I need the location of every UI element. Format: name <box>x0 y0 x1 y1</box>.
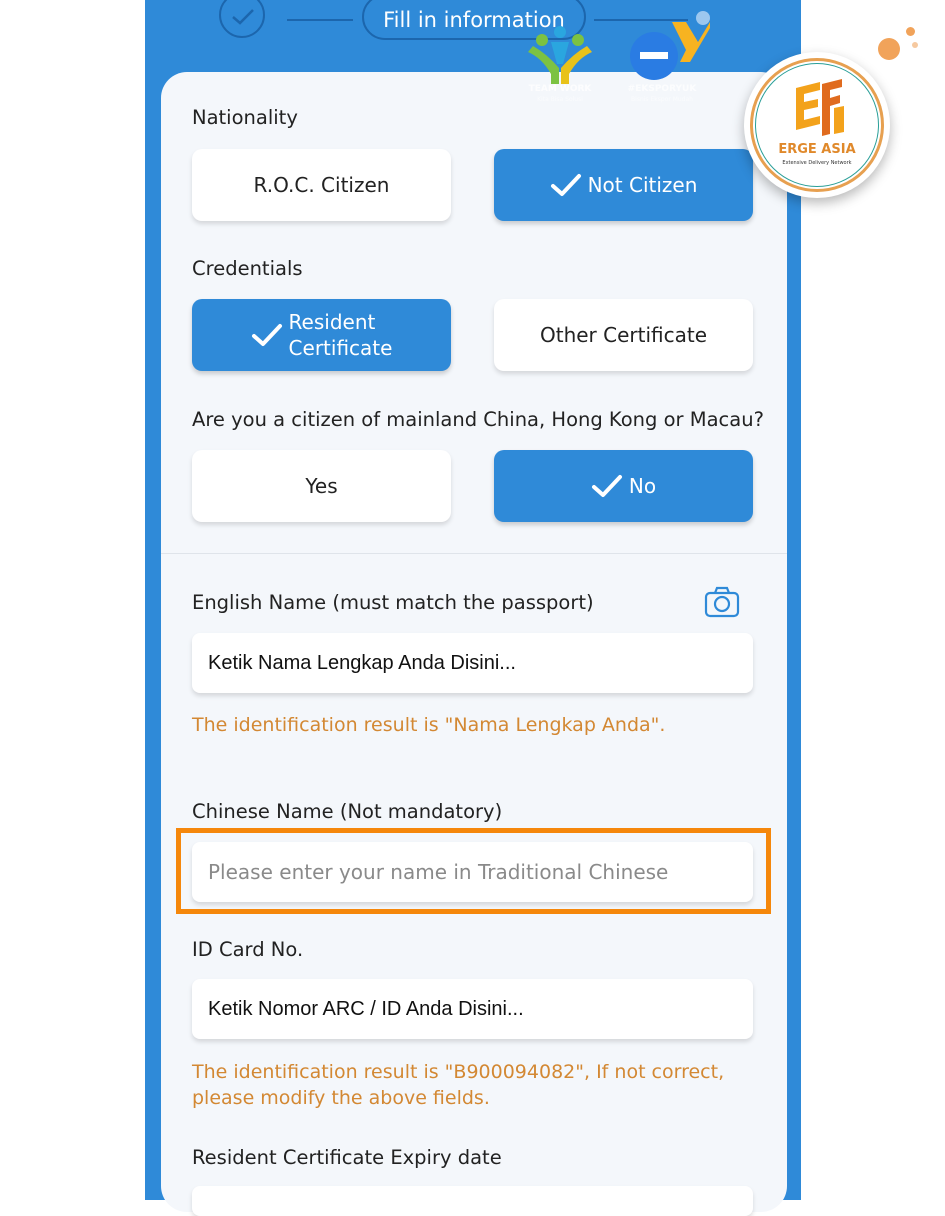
english-name-hint: The identification result is "Nama Lengk… <box>192 714 666 736</box>
option-yes[interactable]: Yes <box>192 450 451 522</box>
logo-name: ERGE ASIA <box>778 142 856 157</box>
decor-dot <box>878 38 900 60</box>
teamwork-text: TEAM WORK <box>528 84 592 94</box>
erge-asia-logo: ERGE ASIA Extensive Delivery Network <box>744 52 890 198</box>
teamwork-subtext: Kita Bisa Solusi <box>537 96 583 103</box>
option-label: No <box>628 474 657 498</box>
logo-tagline: Extensive Delivery Network <box>782 160 852 166</box>
option-label-line2: Certificate <box>288 336 393 360</box>
id-card-label: ID Card No. <box>192 938 304 961</box>
id-card-hint-line1: The identification result is "B900094082… <box>192 1061 725 1083</box>
expiry-date-label: Resident Certificate Expiry date <box>192 1146 502 1169</box>
camera-icon[interactable] <box>704 586 740 618</box>
eksporyuk-subtext: Bisnis Ekspor Mudah <box>631 96 693 103</box>
option-label-line1: Resident <box>288 310 376 334</box>
credentials-label: Credentials <box>192 257 303 280</box>
eksporyuk-logo <box>630 22 710 80</box>
decor-dot <box>912 42 918 48</box>
option-label: Other Certificate <box>539 323 708 347</box>
section-divider <box>161 553 787 554</box>
check-icon <box>591 475 622 497</box>
option-not-citizen[interactable]: Not Citizen <box>494 149 753 221</box>
option-label: Yes <box>305 474 338 498</box>
option-no[interactable]: No <box>494 450 753 522</box>
nationality-label: Nationality <box>192 106 298 129</box>
mainland-question-label: Are you a citizen of mainland China, Hon… <box>192 408 764 431</box>
decor-dot <box>906 27 915 36</box>
option-roc-citizen[interactable]: R.O.C. Citizen <box>192 149 451 221</box>
option-other-certificate[interactable]: Other Certificate <box>494 299 753 371</box>
english-name-input[interactable]: Ketik Nama Lengkap Anda Disini... <box>192 633 753 693</box>
expiry-date-input[interactable] <box>192 1186 753 1216</box>
erge-asia-emblem-icon <box>796 79 844 136</box>
chinese-name-label: Chinese Name (Not mandatory) <box>192 800 503 823</box>
id-card-input[interactable]: Ketik Nomor ARC / ID Anda Disini... <box>192 979 753 1039</box>
option-label: Not Citizen <box>587 173 698 197</box>
option-label: R.O.C. Citizen <box>253 173 390 197</box>
highlight-box <box>176 828 771 914</box>
check-icon <box>251 324 282 346</box>
check-icon <box>550 174 581 196</box>
stepper-connector <box>287 19 353 21</box>
id-card-hint-line2: please modify the above fields. <box>192 1087 490 1109</box>
option-resident-certificate[interactable]: Resident Certificate <box>192 299 451 371</box>
english-name-label: English Name (must match the passport) <box>192 591 594 614</box>
eksporyuk-text: #EKSPORYUK <box>627 84 697 94</box>
